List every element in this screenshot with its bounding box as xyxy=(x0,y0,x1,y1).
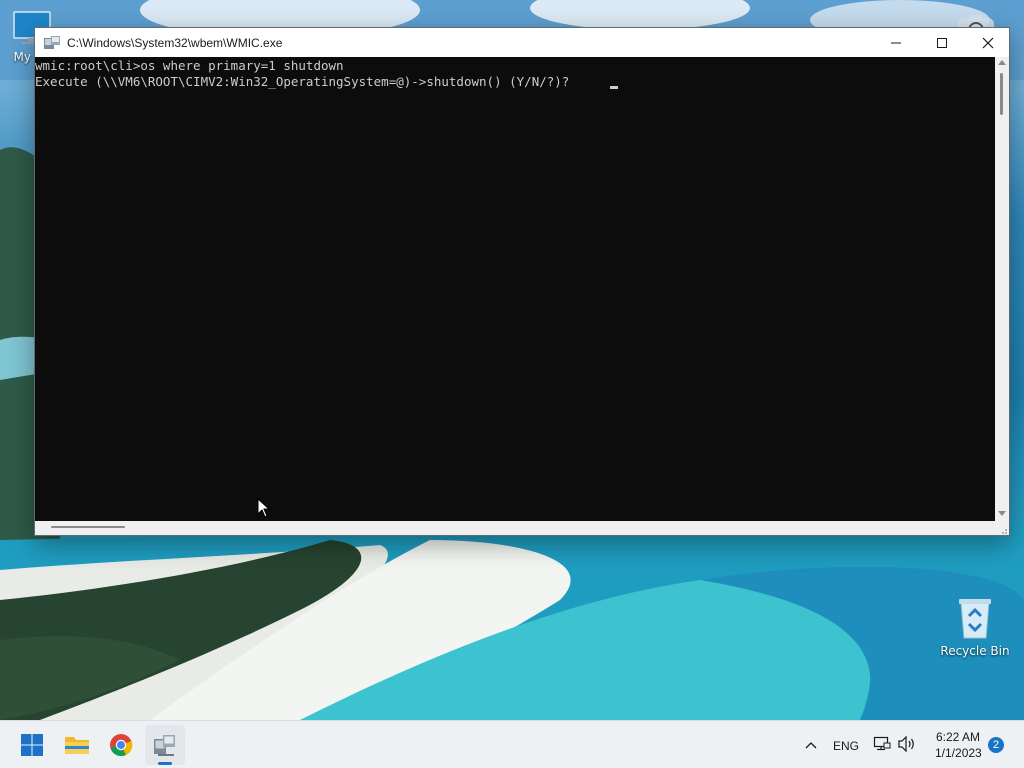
maximize-icon xyxy=(937,37,947,48)
horizontal-scrollbar[interactable] xyxy=(35,521,995,535)
recycle-bin-icon xyxy=(955,596,995,640)
wmic-icon xyxy=(43,35,61,51)
horizontal-scroll-thumb[interactable] xyxy=(51,526,125,528)
network-icon[interactable] xyxy=(873,735,891,757)
wmic-taskbar-button[interactable] xyxy=(145,725,185,765)
folder-icon xyxy=(65,737,89,754)
maximize-button[interactable] xyxy=(919,28,965,57)
vertical-scroll-thumb[interactable] xyxy=(1000,73,1003,115)
minimize-button[interactable] xyxy=(873,28,919,57)
desktop-icon-label: Recycle Bin xyxy=(940,644,1010,658)
mouse-pointer-icon xyxy=(257,497,271,522)
close-icon xyxy=(982,37,994,48)
clock-time[interactable]: 6:22 AM xyxy=(936,730,980,744)
show-hidden-icons-button[interactable] xyxy=(801,735,821,755)
language-indicator[interactable]: ENG xyxy=(833,739,859,753)
minimize-icon xyxy=(891,42,901,43)
volume-icon[interactable] xyxy=(897,735,917,757)
taskbar: ENG 6:22 AM 1/1/2023 2 xyxy=(0,720,1024,768)
title-bar[interactable]: C:\Windows\System32\wbem\WMIC.exe xyxy=(35,28,1009,57)
active-app-indicator xyxy=(158,762,172,765)
console-line: wmic:root\cli>os where primary=1 shutdow… xyxy=(35,58,344,73)
desktop-icon-recycle-bin[interactable]: Recycle Bin xyxy=(935,596,1015,658)
clock-date[interactable]: 1/1/2023 xyxy=(935,746,982,760)
file-explorer-taskbar-button[interactable] xyxy=(57,725,97,765)
scroll-up-arrow-icon[interactable] xyxy=(998,60,1006,65)
vertical-scrollbar[interactable] xyxy=(995,57,1009,521)
wmic-console-window[interactable]: C:\Windows\System32\wbem\WMIC.exe wmic:r… xyxy=(34,27,1010,536)
chrome-icon xyxy=(110,734,133,757)
scroll-down-arrow-icon[interactable] xyxy=(998,511,1006,516)
windows-logo-icon xyxy=(21,734,43,756)
start-button[interactable] xyxy=(12,725,52,765)
text-cursor xyxy=(610,86,618,89)
notification-count-badge[interactable]: 2 xyxy=(988,737,1004,753)
close-button[interactable] xyxy=(965,28,1011,57)
window-title: C:\Windows\System32\wbem\WMIC.exe xyxy=(67,35,283,50)
wmic-icon xyxy=(154,735,175,756)
console-output[interactable]: wmic:root\cli>os where primary=1 shutdow… xyxy=(35,57,995,521)
chrome-taskbar-button[interactable] xyxy=(101,725,141,765)
chevron-up-icon xyxy=(805,742,817,749)
resize-grip-icon[interactable] xyxy=(995,521,1009,535)
console-line: Execute (\\VM6\ROOT\CIMV2:Win32_Operatin… xyxy=(35,74,577,89)
